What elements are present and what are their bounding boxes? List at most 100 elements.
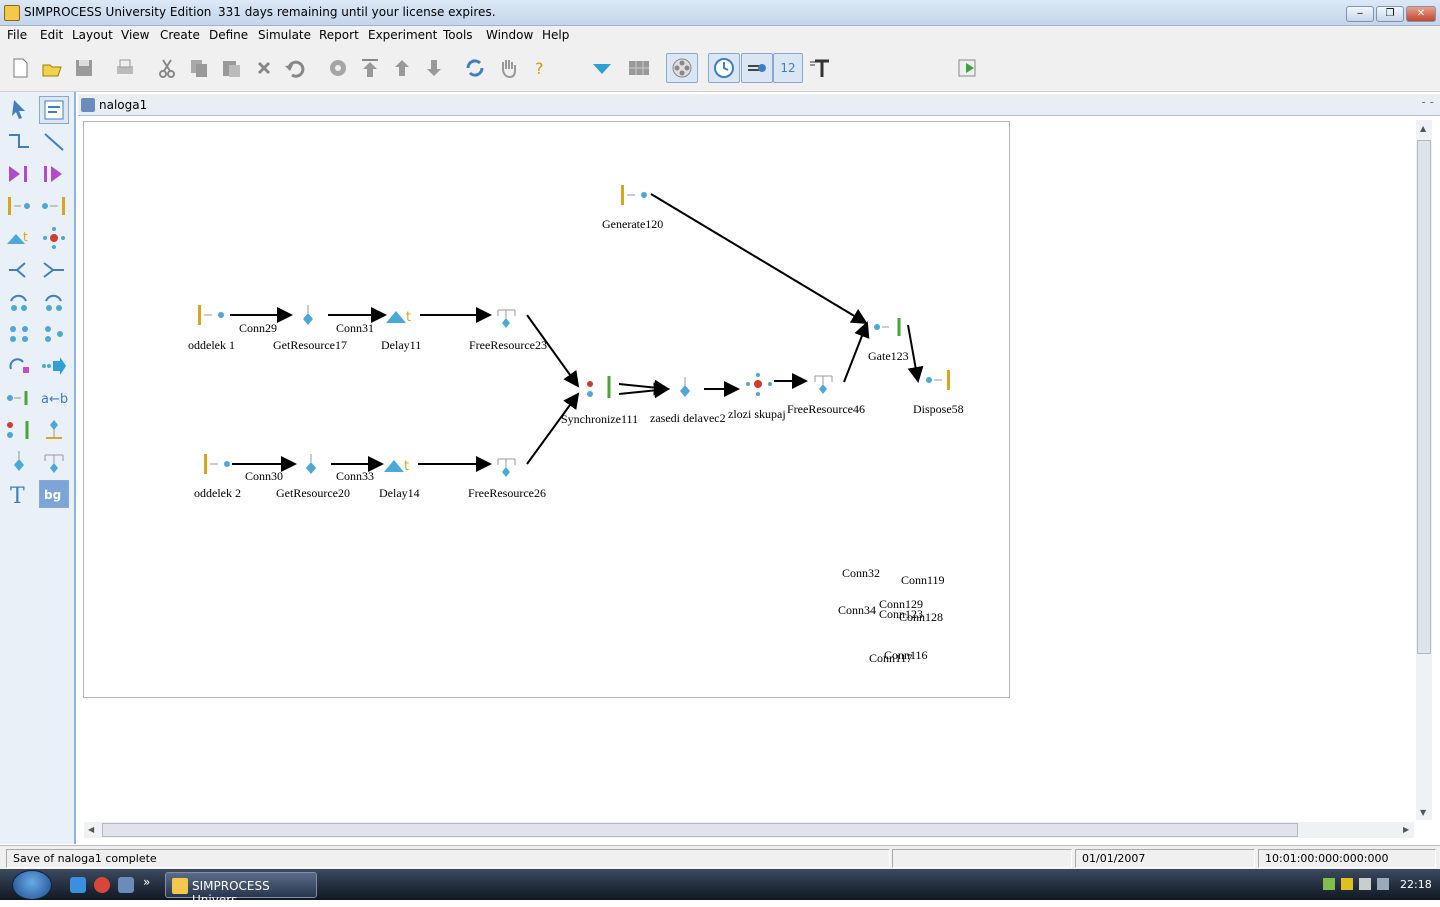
desktop-icon[interactable] xyxy=(118,877,134,893)
clock-icon[interactable] xyxy=(708,53,740,83)
start-button[interactable] xyxy=(12,870,52,900)
conn-label-conn30[interactable]: Conn30 xyxy=(245,469,283,484)
text-icon[interactable] xyxy=(808,56,832,80)
process-alt-icon[interactable] xyxy=(39,320,69,348)
model-canvas[interactable]: t t Generate120 oddelek 1 GetResource17 … xyxy=(78,116,1416,820)
scroll-down-icon[interactable]: ▼ xyxy=(1420,808,1426,817)
move-up-icon[interactable] xyxy=(390,56,414,80)
branch-icon[interactable] xyxy=(39,224,69,252)
refresh-icon[interactable] xyxy=(463,56,487,80)
minimize-button[interactable]: ‒ xyxy=(1346,6,1374,22)
network-tray-icon[interactable] xyxy=(1323,878,1335,890)
grid-icon[interactable] xyxy=(627,56,651,80)
join-icon[interactable] xyxy=(39,256,69,284)
conn-label-conn119[interactable]: Conn119 xyxy=(901,573,945,588)
node-label-zlozi-skupaj[interactable]: zlozi skupaj xyxy=(728,407,786,422)
node-label-getresource17[interactable]: GetResource17 xyxy=(273,338,347,353)
node-label-getresource20[interactable]: GetResource20 xyxy=(276,486,350,501)
node-label-zasedi-delavec2[interactable]: zasedi delavec2 xyxy=(650,411,726,426)
free-resource-alt-icon[interactable] xyxy=(39,416,69,444)
node-label-freeresource46[interactable]: FreeResource46 xyxy=(787,402,865,417)
ie-icon[interactable] xyxy=(70,877,86,893)
document-tab-title[interactable]: naloga1 xyxy=(99,98,147,112)
menu-simulate[interactable]: Simulate xyxy=(258,28,311,42)
save-icon[interactable] xyxy=(72,56,96,80)
node-label-oddelek2[interactable]: oddelek 2 xyxy=(194,486,241,501)
assign-icon[interactable]: a←b xyxy=(39,384,69,412)
process-diagram[interactable]: t t Generate120 oddelek 1 GetResource17 … xyxy=(83,121,1010,698)
activity-in-icon[interactable] xyxy=(4,160,34,188)
cut-icon[interactable] xyxy=(155,56,179,80)
generate-icon[interactable] xyxy=(4,192,34,220)
menu-edit[interactable]: Edit xyxy=(40,28,63,42)
flow-icon[interactable] xyxy=(741,53,773,83)
close-button[interactable]: ✕ xyxy=(1406,6,1436,22)
flag-tray-icon[interactable] xyxy=(1341,878,1353,890)
move-top-icon[interactable] xyxy=(358,56,382,80)
text-tool-icon[interactable]: T xyxy=(4,480,34,508)
dispose-icon[interactable] xyxy=(39,192,69,220)
connector-elbow-icon[interactable] xyxy=(4,128,34,156)
menu-help[interactable]: Help xyxy=(542,28,569,42)
undo-icon[interactable] xyxy=(283,56,307,80)
forward-icon[interactable] xyxy=(39,352,69,380)
menu-define[interactable]: Define xyxy=(209,28,248,42)
run-icon[interactable] xyxy=(956,56,980,80)
copy-icon[interactable] xyxy=(187,56,211,80)
connection-tray-icon[interactable] xyxy=(1377,878,1389,890)
conn-label-conn34[interactable]: Conn34 xyxy=(838,603,876,618)
conn-label-conn31[interactable]: Conn31 xyxy=(336,321,374,336)
conn-label-conn116[interactable]: Conn116 xyxy=(884,648,928,663)
conn-label-conn32[interactable]: Conn32 xyxy=(842,566,880,581)
scroll-left-icon[interactable]: ◀ xyxy=(88,825,94,834)
node-label-delay14[interactable]: Delay14 xyxy=(379,486,420,501)
taskbar-simprocess-button[interactable]: SIMPROCESS Univers... xyxy=(165,872,317,907)
new-icon[interactable] xyxy=(8,56,32,80)
node-label-freeresource26[interactable]: FreeResource26 xyxy=(468,486,546,501)
scroll-up-icon[interactable]: ▲ xyxy=(1420,124,1426,133)
gate-icon[interactable] xyxy=(4,384,34,412)
help-icon[interactable]: ? xyxy=(528,56,552,80)
split-icon[interactable] xyxy=(4,256,34,284)
move-down-icon[interactable] xyxy=(422,56,446,80)
node-label-dispose58[interactable]: Dispose58 xyxy=(913,402,964,417)
free-resource-icon[interactable] xyxy=(39,448,69,476)
media-icon[interactable] xyxy=(94,877,110,893)
menu-report[interactable]: Report xyxy=(319,28,359,42)
properties-icon[interactable] xyxy=(326,56,350,80)
paste-icon[interactable] xyxy=(219,56,243,80)
node-label-freeresource23[interactable]: FreeResource23 xyxy=(469,338,547,353)
node-label-gate123[interactable]: Gate123 xyxy=(868,349,909,364)
menu-tools[interactable]: Tools xyxy=(443,28,473,42)
loop-icon[interactable] xyxy=(4,288,34,316)
hand-icon[interactable] xyxy=(496,56,520,80)
film-icon[interactable] xyxy=(666,53,698,83)
conn-label-conn33[interactable]: Conn33 xyxy=(336,469,374,484)
menu-create[interactable]: Create xyxy=(160,28,200,42)
menu-view[interactable]: View xyxy=(121,28,149,42)
activity-out-icon[interactable] xyxy=(39,160,69,188)
node-label-delay11[interactable]: Delay11 xyxy=(381,338,421,353)
dropdown-arrow-icon[interactable] xyxy=(590,56,614,80)
open-icon[interactable] xyxy=(40,56,64,80)
get-resource-icon[interactable] xyxy=(4,448,34,476)
menu-experiment[interactable]: Experiment xyxy=(368,28,437,42)
more-icon[interactable]: » xyxy=(143,875,150,889)
edit-tool-icon[interactable] xyxy=(39,96,69,124)
process-icon[interactable] xyxy=(4,320,34,348)
scroll-right-icon[interactable]: ▶ xyxy=(1403,825,1409,834)
menu-window[interactable]: Window xyxy=(486,28,533,42)
menu-file[interactable]: File xyxy=(7,28,27,42)
node-label-oddelek1[interactable]: oddelek 1 xyxy=(188,338,235,353)
node-label-synchronize111[interactable]: Synchronize111 xyxy=(561,412,638,427)
node-label-generate120[interactable]: Generate120 xyxy=(602,217,663,232)
vertical-scroll-thumb[interactable] xyxy=(1417,140,1431,654)
tab-controls[interactable]: - - xyxy=(1422,95,1434,109)
print-icon[interactable] xyxy=(113,56,137,80)
delete-icon[interactable] xyxy=(252,56,276,80)
connector-straight-icon[interactable] xyxy=(39,128,69,156)
background-tool-icon[interactable]: bg xyxy=(39,480,69,508)
conn-label-conn29[interactable]: Conn29 xyxy=(239,321,277,336)
transform-icon[interactable] xyxy=(4,352,34,380)
maximize-button[interactable]: ❐ xyxy=(1376,6,1404,22)
